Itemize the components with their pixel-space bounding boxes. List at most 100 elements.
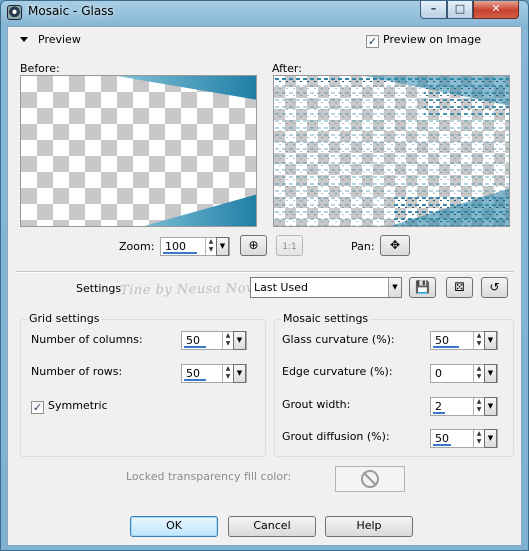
glass-curvature-label: Glass curvature (%):	[282, 333, 395, 346]
save-disk-icon: 💾	[415, 280, 430, 294]
dialog-client-area: Preview ✓ Preview on Image Before: After:	[7, 26, 522, 546]
spin-down-icon[interactable]: ▼	[223, 373, 233, 381]
close-button[interactable]: ✕	[473, 1, 519, 19]
spin-up-icon[interactable]: ▲	[474, 430, 484, 438]
separator	[16, 271, 514, 273]
before-label: Before:	[20, 62, 60, 75]
edge-curvature-dropdown-arrow-icon[interactable]: ▼	[484, 364, 497, 383]
app-icon	[7, 5, 22, 20]
columns-spinner[interactable]: 50 ▲ ▼ ▼	[181, 331, 247, 350]
ok-button[interactable]: OK	[130, 516, 218, 537]
preview-on-image-checkbox[interactable]: ✓ Preview on Image	[366, 33, 481, 48]
zoom-fit-icon: ⊕	[248, 238, 259, 252]
zoom-label: Zoom:	[119, 240, 155, 253]
edge-curvature-label: Edge curvature (%):	[282, 365, 393, 378]
rows-spinner[interactable]: 50 ▲ ▼ ▼	[181, 364, 247, 383]
spin-down-icon[interactable]: ▼	[474, 406, 484, 414]
reset-button[interactable]: ↺	[481, 277, 508, 298]
glass-curvature-spin-arrows[interactable]: ▲ ▼	[473, 332, 484, 349]
dialog-window: Mosaic - Glass – □ ✕ Preview ✓ Preview on…	[0, 0, 529, 551]
move-arrows-icon: ✥	[389, 238, 401, 252]
symmetric-checkbox[interactable]: ✓ Symmetric	[31, 399, 108, 414]
rows-value-underline	[184, 379, 206, 381]
rows-dropdown-arrow-icon[interactable]: ▼	[233, 364, 246, 383]
after-preview-graphic	[274, 76, 509, 226]
grout-width-label: Grout width:	[282, 398, 351, 411]
help-button[interactable]: Help	[325, 516, 413, 537]
spin-up-icon[interactable]: ▲	[474, 332, 484, 340]
cancel-button[interactable]: Cancel	[228, 516, 316, 537]
mosaic-settings-title: Mosaic settings	[281, 312, 371, 325]
edge-curvature-spin-arrows[interactable]: ▲ ▼	[473, 365, 484, 382]
after-label: After:	[272, 62, 302, 75]
reset-icon: ↺	[489, 280, 500, 294]
spin-up-icon[interactable]: ▲	[223, 332, 233, 340]
checkmark-icon: ✓	[31, 401, 44, 414]
no-color-icon	[361, 470, 379, 488]
spin-up-icon[interactable]: ▲	[223, 365, 233, 373]
spin-down-icon[interactable]: ▼	[474, 438, 484, 446]
zoom-spinner[interactable]: 100 ▲ ▼ ▼	[160, 237, 230, 256]
grout-width-underline	[433, 412, 445, 414]
columns-label: Number of columns:	[31, 333, 143, 346]
after-preview[interactable]	[273, 75, 510, 227]
grout-width-spinner[interactable]: 2 ▲ ▼ ▼	[430, 397, 498, 416]
locked-transparency-label: Locked transparency fill color:	[126, 470, 292, 483]
grout-width-dropdown-arrow-icon[interactable]: ▼	[484, 397, 497, 416]
actual-size-icon: 1:1	[282, 242, 297, 252]
rows-spin-arrows[interactable]: ▲ ▼	[222, 365, 233, 382]
preview-toggle[interactable]: Preview	[20, 33, 81, 46]
settings-preset-combo[interactable]: Last Used ▼	[250, 277, 402, 298]
columns-dropdown-arrow-icon[interactable]: ▼	[233, 331, 246, 350]
mosaic-settings-group: Mosaic settings Glass curvature (%): 50 …	[274, 312, 514, 457]
zoom-actual-size-button[interactable]: 1:1	[276, 235, 303, 256]
spin-up-icon[interactable]: ▲	[474, 365, 484, 373]
randomize-button[interactable]: ⚄	[446, 277, 473, 298]
minimize-button[interactable]: –	[420, 1, 447, 19]
checkmark-icon: ✓	[366, 35, 379, 48]
collapse-triangle-icon	[20, 37, 28, 42]
spin-down-icon[interactable]: ▼	[223, 340, 233, 348]
columns-spin-arrows[interactable]: ▲ ▼	[222, 332, 233, 349]
grout-diffusion-spin-arrows[interactable]: ▲ ▼	[473, 430, 484, 447]
grid-settings-group: Grid settings Number of columns: 50 ▲ ▼ ▼…	[20, 312, 266, 457]
grout-width-spin-arrows[interactable]: ▲ ▼	[473, 398, 484, 415]
grout-diffusion-spinner[interactable]: 50 ▲ ▼ ▼	[430, 429, 498, 448]
spin-up-icon[interactable]: ▲	[474, 398, 484, 406]
symmetric-label: Symmetric	[48, 399, 108, 412]
edge-curvature-value: 0	[435, 367, 442, 380]
rows-label: Number of rows:	[31, 365, 123, 378]
grout-diffusion-label: Grout diffusion (%):	[282, 430, 390, 443]
before-preview-graphic	[117, 76, 256, 226]
preview-toggle-label: Preview	[38, 33, 81, 46]
grid-settings-title: Grid settings	[27, 312, 102, 325]
title-bar[interactable]: Mosaic - Glass – □ ✕	[1, 1, 528, 23]
spin-down-icon[interactable]: ▼	[206, 246, 216, 254]
settings-preset-value: Last Used	[254, 281, 308, 294]
grout-diffusion-underline	[433, 444, 451, 446]
glass-curvature-dropdown-arrow-icon[interactable]: ▼	[484, 331, 497, 350]
spin-up-icon[interactable]: ▲	[206, 238, 216, 246]
before-preview[interactable]	[20, 75, 257, 227]
settings-label: Settings	[76, 282, 122, 295]
glass-curvature-underline	[433, 346, 459, 348]
window-title: Mosaic - Glass	[28, 4, 114, 18]
edge-curvature-spinner[interactable]: 0 ▲ ▼ ▼	[430, 364, 498, 383]
zoom-fit-button[interactable]: ⊕	[240, 235, 267, 256]
spin-down-icon[interactable]: ▼	[474, 340, 484, 348]
dice-icon: ⚄	[454, 280, 465, 294]
settings-dropdown-arrow-icon[interactable]: ▼	[388, 278, 401, 297]
pan-button[interactable]: ✥	[380, 235, 410, 256]
save-preset-button[interactable]: 💾	[409, 277, 436, 298]
preview-on-image-label: Preview on Image	[383, 33, 481, 46]
zoom-value-underline	[163, 252, 197, 254]
zoom-dropdown-arrow-icon[interactable]: ▼	[216, 237, 229, 256]
maximize-button[interactable]: □	[447, 1, 473, 19]
locked-transparency-swatch[interactable]	[335, 466, 405, 492]
pan-label: Pan:	[351, 240, 375, 253]
columns-value-underline	[184, 346, 206, 348]
glass-curvature-spinner[interactable]: 50 ▲ ▼ ▼	[430, 331, 498, 350]
zoom-spin-arrows[interactable]: ▲ ▼	[205, 238, 216, 255]
grout-diffusion-dropdown-arrow-icon[interactable]: ▼	[484, 429, 497, 448]
spin-down-icon[interactable]: ▼	[474, 373, 484, 381]
